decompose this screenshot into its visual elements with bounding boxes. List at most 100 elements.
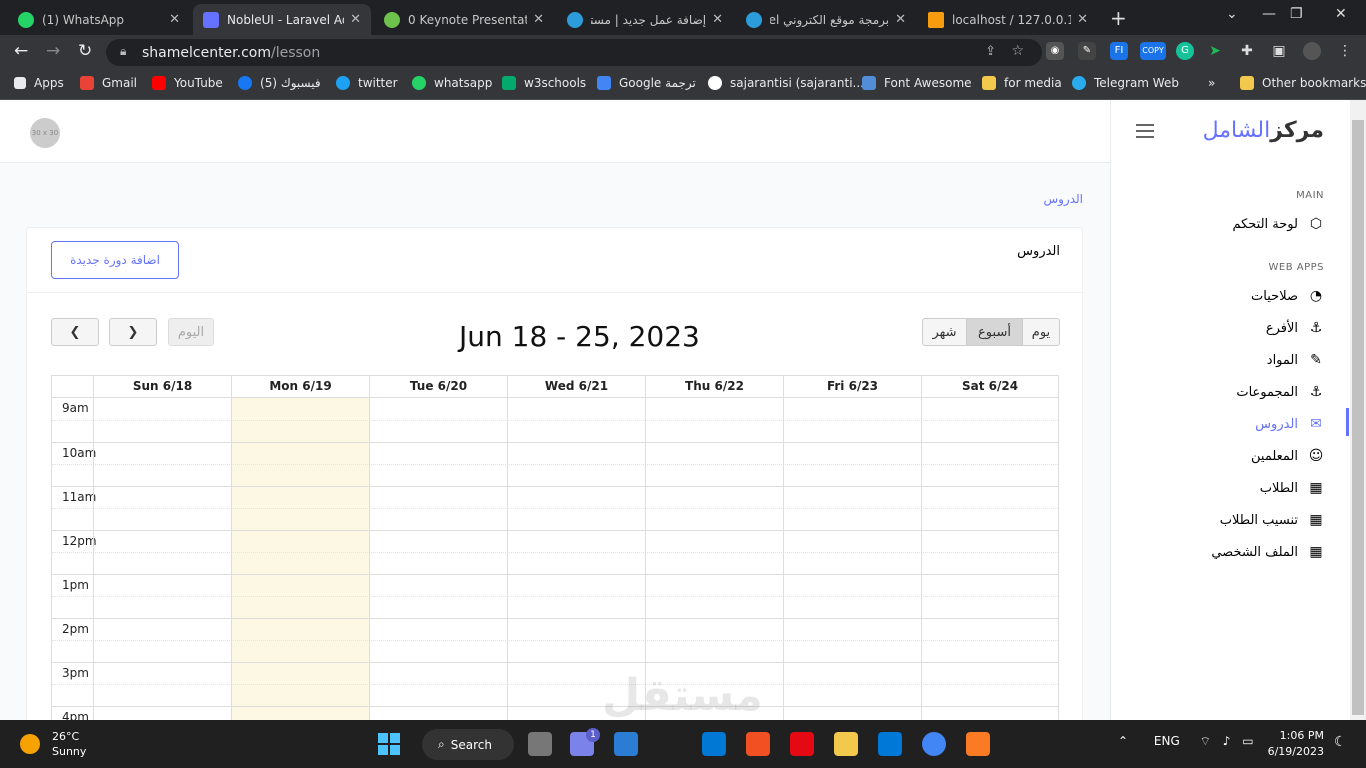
time-slot-row[interactable] (52, 464, 1058, 486)
time-slot-row[interactable]: 4pm (52, 706, 1058, 720)
sidebar-item-dashboard[interactable]: ⬡ لوحة التحكم (1232, 214, 1324, 234)
forward-icon[interactable]: → (46, 41, 60, 61)
chevron-up-icon[interactable]: ⌃ (1118, 734, 1128, 748)
bookmarks-overflow[interactable]: » (1208, 76, 1215, 90)
volume-icon[interactable]: ♪ (1223, 734, 1231, 748)
sidepanel-icon[interactable]: ▣ (1270, 42, 1288, 60)
time-slot-row[interactable] (52, 552, 1058, 574)
bookmark-facebook[interactable]: فيسبوك (5) (238, 76, 321, 90)
avatar[interactable]: 30 x 30 (30, 118, 60, 148)
bookmark-whatsapp[interactable]: whatsapp (412, 76, 492, 90)
calendar-grid[interactable]: 9am 10am 11am 12pm 1pm 2pm 3pm 4pm (51, 398, 1059, 720)
close-tab-icon[interactable]: ✕ (350, 12, 361, 27)
battery-icon[interactable]: ▭ (1242, 734, 1253, 748)
close-tab-icon[interactable]: ✕ (169, 12, 180, 27)
time-slot-row[interactable] (52, 684, 1058, 706)
minimize-button[interactable]: — (1262, 6, 1276, 22)
bookmark-w3schools[interactable]: w3schools (502, 76, 586, 90)
pen-icon[interactable]: ✎ (1078, 42, 1096, 60)
store-icon[interactable] (746, 732, 770, 756)
next-week-button[interactable]: ❯ (109, 318, 157, 346)
bookmark-google-translate[interactable]: Google ترجمة (597, 76, 696, 90)
close-tab-icon[interactable]: ✕ (533, 12, 544, 27)
copy-extension-icon[interactable]: COPY (1140, 42, 1166, 60)
fi-extension-icon[interactable]: FI (1110, 42, 1128, 60)
xampp-icon[interactable] (966, 732, 990, 756)
language-indicator[interactable]: ENG (1154, 734, 1180, 748)
scrollbar-thumb[interactable] (1352, 120, 1364, 715)
weather-widget[interactable]: 26°C Sunny (52, 729, 86, 759)
bookmark-other[interactable]: Other bookmarks (1240, 76, 1366, 90)
bookmark-telegram[interactable]: Telegram Web (1072, 76, 1179, 90)
new-tab-button[interactable]: + (1110, 6, 1127, 30)
more-menu-icon[interactable]: ⋮ (1336, 42, 1354, 60)
time-slot-row[interactable]: 2pm (52, 618, 1058, 640)
view-week-button[interactable]: أسبوع (966, 318, 1023, 346)
brand-logo[interactable]: مركزالشامل (1203, 118, 1324, 143)
grammarly-icon[interactable]: G (1176, 42, 1194, 60)
chrome-icon[interactable] (922, 732, 946, 756)
time-slot-row[interactable] (52, 640, 1058, 662)
close-tab-icon[interactable]: ✕ (712, 12, 723, 27)
bookmark-gmail[interactable]: Gmail (80, 76, 137, 90)
sidebar-item-profile[interactable]: ▦ الملف الشخصي (1211, 542, 1324, 562)
send-icon[interactable]: ➤ (1206, 42, 1224, 60)
time-slot-row[interactable]: 9am (52, 398, 1058, 420)
view-day-button[interactable]: يوم (1022, 318, 1060, 346)
close-tab-icon[interactable]: ✕ (1077, 12, 1088, 27)
time-slot-row[interactable]: 11am (52, 486, 1058, 508)
hamburger-menu-icon[interactable] (1136, 124, 1154, 138)
star-icon[interactable]: ☆ (1011, 43, 1024, 59)
sidebar-item-teachers[interactable]: ☺ المعلمين (1251, 446, 1324, 466)
bookmark-twitter[interactable]: twitter (336, 76, 398, 90)
clock[interactable]: 1:06 PM 6/19/2023 (1262, 728, 1324, 760)
bookmark-youtube[interactable]: YouTube (152, 76, 223, 90)
wifi-icon[interactable]: ⌔ (1200, 734, 1211, 748)
sidebar-item-students[interactable]: ▦ الطلاب (1260, 478, 1324, 498)
reload-icon[interactable]: ↻ (78, 41, 92, 61)
share-icon[interactable]: ⇪ (985, 44, 996, 59)
tab-keynote[interactable]: 0 Keynote Presentation ✕ (374, 4, 554, 35)
tab-mostaql-project[interactable]: برمجة موقع الكتروني tel ✕ (736, 4, 916, 35)
bookmark-font-awesome[interactable]: Font Awesome (862, 76, 972, 90)
time-slot-row[interactable]: 3pm (52, 662, 1058, 684)
today-button[interactable]: اليوم (168, 318, 214, 346)
view-month-button[interactable]: شهر (922, 318, 967, 346)
time-slot-row[interactable] (52, 508, 1058, 530)
time-slot-row[interactable] (52, 596, 1058, 618)
moon-icon[interactable]: ☾ (1334, 734, 1347, 750)
sidebar-item-branches[interactable]: ⚓ الأفرع (1266, 318, 1324, 338)
tab-whatsapp[interactable]: (1) WhatsApp ✕ (8, 4, 190, 35)
bookmark-apps[interactable]: Apps (14, 76, 64, 90)
mail-icon[interactable] (702, 732, 726, 756)
word-icon[interactable] (614, 732, 638, 756)
time-slot-row[interactable] (52, 420, 1058, 442)
profile-avatar[interactable] (1303, 42, 1321, 60)
close-window-button[interactable]: ✕ (1335, 6, 1347, 22)
page-scrollbar[interactable] (1350, 100, 1366, 720)
time-slot-row[interactable]: 10am (52, 442, 1058, 464)
puzzle-icon[interactable]: ✚ (1238, 42, 1256, 60)
system-tray[interactable]: ⌃ ENG ⌔ ♪ ▭ (1118, 734, 1254, 749)
back-icon[interactable]: ← (14, 41, 28, 61)
sidebar-item-subjects[interactable]: ✎ المواد (1267, 350, 1324, 370)
time-slot-row[interactable]: 12pm (52, 530, 1058, 552)
tab-nobleui[interactable]: NobleUI - Laravel Admin ✕ (193, 4, 371, 35)
sidebar-item-student-enrollment[interactable]: ▦ تنسيب الطلاب (1220, 510, 1324, 530)
bookmark-for-media[interactable]: for media (982, 76, 1062, 90)
restore-button[interactable]: ❐ (1290, 6, 1303, 22)
chevron-down-icon[interactable]: ⌄ (1226, 6, 1238, 22)
start-button[interactable] (378, 733, 400, 755)
sidebar-item-lessons[interactable]: ✉ الدروس (1255, 414, 1324, 434)
tab-mostaql-add[interactable]: إضافة عمل جديد | مستقل ✕ (557, 4, 733, 35)
task-view-icon[interactable] (528, 732, 552, 756)
netflix-icon[interactable] (790, 732, 814, 756)
camera-icon[interactable]: ◉ (1046, 42, 1064, 60)
tab-phpmyadmin[interactable]: localhost / 127.0.0.1 | p ✕ (918, 4, 1098, 35)
bookmark-github[interactable]: sajarantisi (sajaranti... (708, 76, 864, 90)
breadcrumb[interactable]: الدروس (1043, 192, 1083, 206)
taskbar-search[interactable]: ⌕ Search (422, 729, 514, 760)
vscode-icon[interactable] (878, 732, 902, 756)
close-tab-icon[interactable]: ✕ (895, 12, 906, 27)
sidebar-item-permissions[interactable]: ◔ صلاحيات (1251, 286, 1324, 306)
